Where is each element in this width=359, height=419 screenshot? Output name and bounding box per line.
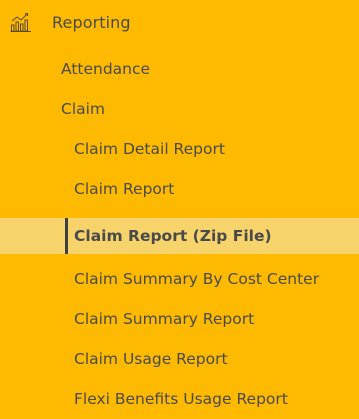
submenu-item-label: Claim Detail Report: [74, 140, 225, 158]
submenu-item-claim-report[interactable]: Claim Report: [0, 171, 359, 207]
submenu-item-claim-summary-report[interactable]: Claim Summary Report: [0, 301, 359, 337]
submenu-item-flexi-benefits-usage-report[interactable]: Flexi Benefits Usage Report: [0, 381, 359, 417]
submenu-item-claim-usage-report[interactable]: Claim Usage Report: [0, 341, 359, 377]
menu-item-label: Attendance: [61, 60, 151, 78]
submenu-item-label: Flexi Benefits Usage Report: [74, 390, 288, 408]
submenu-item-label: Claim Usage Report: [74, 350, 228, 368]
reporting-section-header[interactable]: Reporting: [0, 0, 359, 46]
submenu-item-label: Claim Summary By Cost Center: [74, 270, 320, 288]
submenu-item-label: Claim Report (Zip File): [74, 227, 272, 245]
bar-chart-icon: [10, 12, 31, 32]
submenu-item-claim-report-zip-file[interactable]: Claim Report (Zip File): [0, 218, 359, 254]
submenu-item-label: Claim Summary Report: [74, 310, 255, 328]
menu-item-label: Claim: [61, 100, 106, 118]
menu-item-claim[interactable]: Claim: [0, 91, 359, 127]
menu-item-attendance[interactable]: Attendance: [0, 51, 359, 87]
submenu-item-claim-summary-by-cost-center[interactable]: Claim Summary By Cost Center: [0, 261, 359, 297]
submenu-item-label: Claim Report: [74, 180, 175, 198]
section-title: Reporting: [52, 13, 131, 32]
submenu-item-claim-detail-report[interactable]: Claim Detail Report: [0, 131, 359, 167]
